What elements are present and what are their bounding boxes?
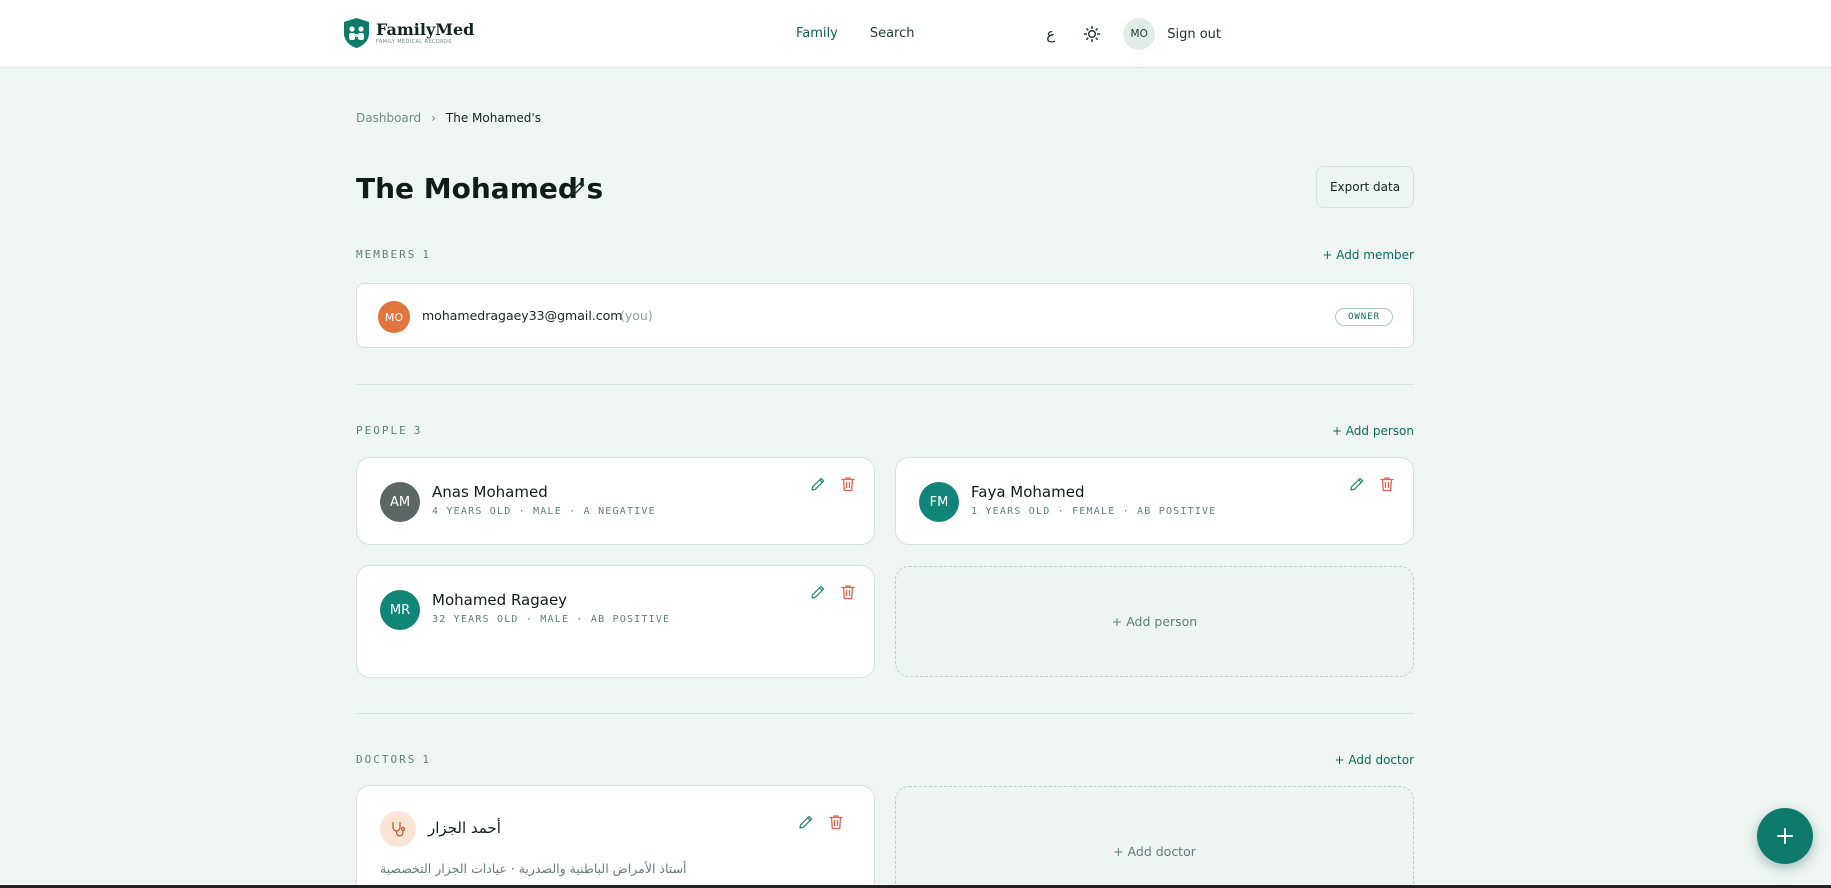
- people-heading: PEOPLE 3: [356, 424, 420, 437]
- pencil-icon[interactable]: [809, 475, 827, 493]
- brand-name: FamilyMed: [376, 20, 475, 39]
- members-heading-label: MEMBERS: [356, 248, 417, 261]
- add-member-button[interactable]: + Add member: [1322, 248, 1414, 262]
- person-avatar: AM: [380, 482, 420, 522]
- trash-icon[interactable]: [827, 813, 845, 831]
- sun-icon[interactable]: [1083, 25, 1101, 43]
- person-meta: 1 YEARS OLD · FEMALE · AB POSITIVE: [971, 506, 1217, 517]
- pencil-icon[interactable]: [569, 179, 587, 197]
- chevron-right-icon: ›: [431, 111, 436, 125]
- breadcrumb: Dashboard › The Mohamed's: [356, 111, 541, 125]
- doctor-card[interactable]: أحمد الجزار أستاذ الأمراض الباطنية والصد…: [356, 785, 875, 888]
- person-card[interactable]: MR Mohamed Ragaey 32 YEARS OLD · MALE · …: [356, 565, 875, 678]
- person-card[interactable]: FM Faya Mohamed 1 YEARS OLD · FEMALE · A…: [895, 457, 1414, 545]
- person-name: Anas Mohamed: [432, 483, 548, 501]
- export-data-button[interactable]: Export data: [1316, 166, 1414, 208]
- doctors-heading-label: DOCTORS: [356, 753, 417, 766]
- doctors-section-header: DOCTORS 1 + Add doctor: [356, 753, 1414, 769]
- owner-badge: OWNER: [1335, 308, 1393, 326]
- nav-search[interactable]: Search: [870, 25, 915, 43]
- doctors-heading: DOCTORS 1: [356, 753, 429, 766]
- nav-family[interactable]: Family: [796, 25, 838, 43]
- members-heading: MEMBERS 1: [356, 248, 429, 261]
- trash-icon[interactable]: [839, 475, 857, 493]
- trash-icon[interactable]: [839, 583, 857, 601]
- trash-icon[interactable]: [1378, 475, 1396, 493]
- pencil-icon[interactable]: [809, 583, 827, 601]
- doctor-name: أحمد الجزار: [428, 819, 501, 837]
- members-count: 1: [422, 248, 429, 261]
- floating-add-button[interactable]: [1757, 808, 1813, 864]
- person-card[interactable]: AM Anas Mohamed 4 YEARS OLD · MALE · A N…: [356, 457, 875, 545]
- page-title: The Mohamed's: [356, 172, 604, 205]
- doctor-specialty: أستاذ الأمراض الباطنية والصدرية · عيادات…: [380, 861, 687, 876]
- people-count: 3: [413, 424, 421, 437]
- main-nav: Family Search: [796, 25, 915, 43]
- add-person-card[interactable]: + Add person: [895, 566, 1414, 677]
- doctors-count: 1: [422, 753, 429, 766]
- top-navigation-bar: FamilyMed FAMILY MEDICAL RECORDS Family …: [0, 0, 1831, 68]
- page-title-row: The Mohamed's Export data: [356, 165, 1414, 215]
- add-doctor-button[interactable]: + Add doctor: [1335, 753, 1414, 767]
- member-row: MO mohamedragaey33@gmail.com (you) OWNER: [356, 283, 1414, 348]
- breadcrumb-current: The Mohamed's: [445, 111, 541, 125]
- add-person-button[interactable]: + Add person: [1332, 424, 1414, 438]
- brand-tagline: FAMILY MEDICAL RECORDS: [376, 39, 452, 45]
- person-meta: 4 YEARS OLD · MALE · A NEGATIVE: [432, 506, 656, 517]
- user-avatar[interactable]: MO: [1123, 18, 1156, 50]
- breadcrumb-dashboard[interactable]: Dashboard: [356, 111, 421, 125]
- member-you-label: (you): [620, 308, 653, 323]
- section-divider: [356, 713, 1414, 714]
- people-heading-label: PEOPLE: [356, 424, 408, 437]
- person-name: Faya Mohamed: [971, 483, 1085, 501]
- add-doctor-card[interactable]: + Add doctor: [895, 786, 1414, 888]
- sign-out-link[interactable]: Sign out: [1167, 27, 1221, 42]
- members-section-header: MEMBERS 1 + Add member: [356, 248, 1414, 264]
- language-toggle[interactable]: ع: [1046, 25, 1055, 43]
- brand-logo[interactable]: FamilyMed FAMILY MEDICAL RECORDS: [343, 17, 474, 49]
- member-email: mohamedragaey33@gmail.com: [422, 308, 623, 323]
- section-divider: [356, 384, 1414, 385]
- person-name: Mohamed Ragaey: [432, 591, 568, 609]
- stethoscope-icon: [380, 811, 416, 847]
- member-avatar: MO: [378, 301, 410, 333]
- pencil-icon[interactable]: [1348, 475, 1366, 493]
- header-tools: ع MO Sign out: [1046, 0, 1221, 68]
- people-section-header: PEOPLE 3 + Add person: [356, 424, 1414, 440]
- person-avatar: FM: [919, 482, 959, 522]
- person-meta: 32 YEARS OLD · MALE · AB POSITIVE: [432, 614, 671, 625]
- plus-icon: [1777, 828, 1793, 844]
- shield-logo-icon: [343, 17, 370, 49]
- pencil-icon[interactable]: [797, 813, 815, 831]
- person-avatar: MR: [380, 590, 420, 630]
